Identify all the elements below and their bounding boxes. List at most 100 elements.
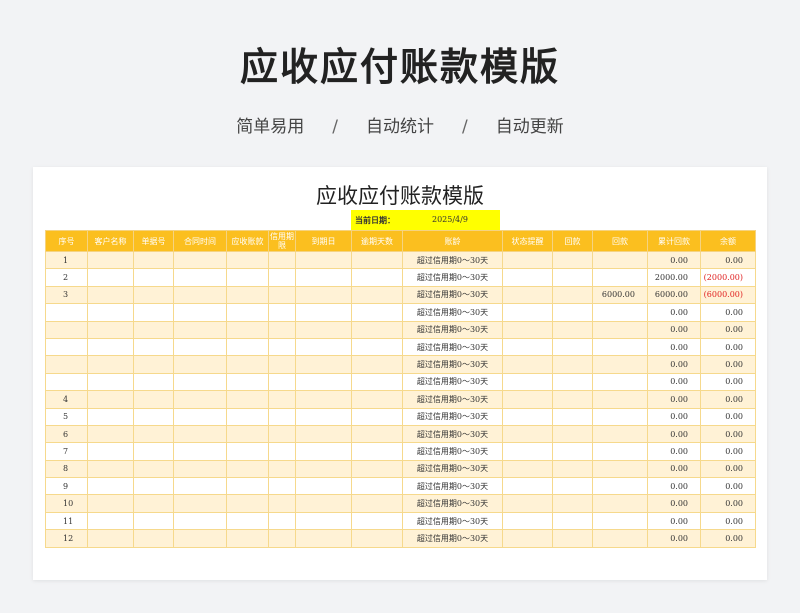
cell-cumulative-repayment[interactable]: 0.00 — [647, 355, 701, 374]
cell-repayment[interactable] — [552, 268, 593, 287]
cell-due-date[interactable] — [295, 372, 352, 392]
cell-repayment[interactable] — [552, 355, 593, 374]
cell-overdue-days[interactable] — [351, 407, 403, 426]
cell-repayment[interactable] — [552, 372, 593, 392]
cell-customer-name[interactable] — [87, 529, 134, 548]
cell-aging[interactable]: 超过信用期0～30天 — [402, 303, 503, 322]
cell-cumulative-repayment[interactable]: 0.00 — [647, 390, 701, 409]
cell-due-date[interactable] — [295, 390, 352, 409]
cell-due-date[interactable] — [295, 337, 352, 357]
cell-aging[interactable]: 超过信用期0～30天 — [402, 285, 503, 305]
cell-overdue-days[interactable] — [351, 320, 403, 339]
cell-repayment-2[interactable] — [592, 424, 648, 444]
cell-customer-name[interactable] — [87, 459, 134, 479]
cell-repayment[interactable] — [552, 390, 593, 409]
cell-balance[interactable]: (2000.00) — [700, 268, 756, 287]
cell-contract-date[interactable] — [173, 477, 227, 496]
cell-overdue-days[interactable] — [351, 250, 403, 270]
cell-document-no[interactable] — [133, 372, 174, 392]
cell-aging[interactable]: 超过信用期0～30天 — [402, 442, 503, 461]
cell-due-date[interactable] — [295, 477, 352, 496]
cell-status-alert[interactable] — [502, 320, 553, 339]
cell-overdue-days[interactable] — [351, 303, 403, 322]
cell-credit-term[interactable] — [268, 529, 296, 548]
cell-due-date[interactable] — [295, 303, 352, 322]
cell-document-no[interactable] — [133, 442, 174, 461]
cell-customer-name[interactable] — [87, 494, 134, 513]
cell-credit-term[interactable] — [268, 250, 296, 270]
cell-credit-term[interactable] — [268, 459, 296, 479]
cell-index[interactable] — [45, 355, 88, 374]
cell-repayment[interactable] — [552, 442, 593, 461]
cell-status-alert[interactable] — [502, 529, 553, 548]
cell-cumulative-repayment[interactable]: 0.00 — [647, 442, 701, 461]
cell-index[interactable] — [45, 372, 88, 392]
cell-status-alert[interactable] — [502, 268, 553, 287]
cell-receivable[interactable] — [226, 320, 269, 339]
cell-status-alert[interactable] — [502, 424, 553, 444]
cell-balance[interactable]: 0.00 — [700, 250, 756, 270]
cell-repayment[interactable] — [552, 529, 593, 548]
cell-repayment-2[interactable] — [592, 320, 648, 339]
cell-receivable[interactable] — [226, 355, 269, 374]
cell-balance[interactable]: 0.00 — [700, 477, 756, 496]
cell-repayment-2[interactable] — [592, 494, 648, 513]
cell-repayment-2[interactable] — [592, 511, 648, 531]
cell-status-alert[interactable] — [502, 337, 553, 357]
cell-balance[interactable]: 0.00 — [700, 320, 756, 339]
cell-due-date[interactable] — [295, 459, 352, 479]
cell-due-date[interactable] — [295, 511, 352, 531]
cell-credit-term[interactable] — [268, 320, 296, 339]
cell-customer-name[interactable] — [87, 477, 134, 496]
cell-credit-term[interactable] — [268, 407, 296, 426]
cell-cumulative-repayment[interactable]: 0.00 — [647, 424, 701, 444]
cell-repayment-2[interactable] — [592, 390, 648, 409]
cell-contract-date[interactable] — [173, 459, 227, 479]
cell-cumulative-repayment[interactable]: 0.00 — [647, 529, 701, 548]
cell-customer-name[interactable] — [87, 442, 134, 461]
cell-due-date[interactable] — [295, 285, 352, 305]
cell-index[interactable]: 10 — [45, 494, 88, 513]
cell-cumulative-repayment[interactable]: 0.00 — [647, 250, 701, 270]
cell-aging[interactable]: 超过信用期0～30天 — [402, 477, 503, 496]
cell-document-no[interactable] — [133, 424, 174, 444]
cell-index[interactable]: 2 — [45, 268, 88, 287]
cell-receivable[interactable] — [226, 477, 269, 496]
cell-index[interactable] — [45, 320, 88, 339]
cell-repayment-2[interactable] — [592, 529, 648, 548]
cell-credit-term[interactable] — [268, 477, 296, 496]
cell-contract-date[interactable] — [173, 268, 227, 287]
cell-credit-term[interactable] — [268, 303, 296, 322]
cell-repayment-2[interactable] — [592, 459, 648, 479]
cell-repayment-2[interactable] — [592, 477, 648, 496]
cell-repayment-2[interactable]: 6000.00 — [592, 285, 648, 305]
cell-due-date[interactable] — [295, 407, 352, 426]
cell-aging[interactable]: 超过信用期0～30天 — [402, 511, 503, 531]
cell-contract-date[interactable] — [173, 529, 227, 548]
cell-due-date[interactable] — [295, 442, 352, 461]
cell-aging[interactable]: 超过信用期0～30天 — [402, 337, 503, 357]
cell-cumulative-repayment[interactable]: 0.00 — [647, 372, 701, 392]
cell-document-no[interactable] — [133, 407, 174, 426]
cell-index[interactable]: 4 — [45, 390, 88, 409]
cell-index[interactable]: 6 — [45, 424, 88, 444]
cell-due-date[interactable] — [295, 268, 352, 287]
cell-cumulative-repayment[interactable]: 0.00 — [647, 511, 701, 531]
cell-overdue-days[interactable] — [351, 442, 403, 461]
cell-overdue-days[interactable] — [351, 390, 403, 409]
cell-index[interactable]: 11 — [45, 511, 88, 531]
cell-document-no[interactable] — [133, 390, 174, 409]
cell-document-no[interactable] — [133, 337, 174, 357]
cell-repayment[interactable] — [552, 250, 593, 270]
cell-cumulative-repayment[interactable]: 0.00 — [647, 320, 701, 339]
cell-contract-date[interactable] — [173, 390, 227, 409]
cell-document-no[interactable] — [133, 459, 174, 479]
cell-receivable[interactable] — [226, 407, 269, 426]
cell-repayment-2[interactable] — [592, 268, 648, 287]
cell-repayment[interactable] — [552, 320, 593, 339]
cell-aging[interactable]: 超过信用期0～30天 — [402, 494, 503, 513]
cell-receivable[interactable] — [226, 529, 269, 548]
cell-overdue-days[interactable] — [351, 529, 403, 548]
cell-credit-term[interactable] — [268, 494, 296, 513]
cell-receivable[interactable] — [226, 337, 269, 357]
